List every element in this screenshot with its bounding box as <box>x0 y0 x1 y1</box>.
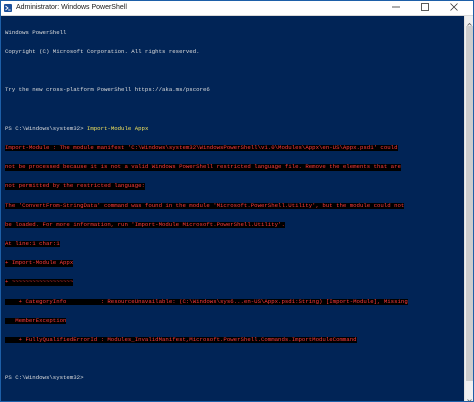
title-bar[interactable]: Administrator: Windows PowerShell <box>1 1 473 16</box>
error-text: The 'ConvertFrom-StringData' command was… <box>5 201 405 210</box>
error-line: + ~~~~~~~~~~~~~~~~~~ <box>5 278 463 286</box>
error-line: not be processed because it is not a val… <box>5 163 463 171</box>
console-output[interactable]: Windows PowerShell Copyright (C) Microso… <box>5 17 463 401</box>
error-text: + ~~~~~~~~~~~~~~~~~~ <box>5 278 74 286</box>
command-text: Import-Module Appx <box>86 124 149 132</box>
minimize-icon <box>392 6 400 8</box>
powershell-window: Administrator: Windows PowerShell Window… <box>0 0 474 402</box>
final-prompt: PS C:\Windows\system32> <box>5 374 84 382</box>
maximize-button[interactable] <box>414 1 436 15</box>
error-text: not permitted by the restricted language… <box>5 182 145 190</box>
prompt-text: PS C:\Windows\system32> <box>5 124 87 132</box>
error-text: At line:1 char:1 <box>5 240 60 248</box>
error-text: Import-Module : The module manifest 'C:\… <box>5 144 398 152</box>
error-text: + FullyQualifiedErrorId : Modules_Invali… <box>5 336 357 344</box>
close-button[interactable] <box>443 1 465 15</box>
header-line: Try the new cross-platform PowerShell ht… <box>5 86 210 94</box>
header-line: Windows PowerShell <box>5 28 67 36</box>
command-line: PS C:\Windows\system32> Import-Module Ap… <box>5 124 463 132</box>
minimize-button[interactable] <box>385 1 407 15</box>
error-line: Import-Module : The module manifest 'C:\… <box>5 144 463 152</box>
error-text: + CategoryInfo : ResourceUnavailable: (C… <box>5 297 408 306</box>
window-title: Administrator: Windows PowerShell <box>16 4 127 11</box>
error-line: + FullyQualifiedErrorId : Modules_Invali… <box>5 336 463 344</box>
error-line: MemberException <box>5 316 463 325</box>
error-line: At line:1 char:1 <box>5 240 463 248</box>
error-text: MemberException <box>5 316 67 325</box>
error-line: + CategoryInfo : ResourceUnavailable: (C… <box>5 297 463 306</box>
scrollbar-thumb[interactable] <box>466 26 473 381</box>
error-line: be loaded. For more information, run 'Im… <box>5 220 463 229</box>
error-text: + Import-Module Appx <box>5 259 74 267</box>
maximize-icon <box>421 3 429 12</box>
error-line: not permitted by the restricted language… <box>5 182 463 190</box>
error-text: not be processed because it is not a val… <box>5 163 401 171</box>
header-line: Copyright (C) Microsoft Corporation. All… <box>5 48 200 56</box>
powershell-icon <box>4 4 12 12</box>
close-icon <box>450 3 458 11</box>
error-text: be loaded. For more information, run 'Im… <box>5 220 285 229</box>
scroll-down-button[interactable] <box>465 392 473 401</box>
scroll-up-button[interactable] <box>465 16 473 26</box>
error-line: The 'ConvertFrom-StringData' command was… <box>5 201 463 210</box>
vertical-scrollbar[interactable] <box>464 16 473 401</box>
chevron-down-icon <box>467 399 472 401</box>
error-line: + Import-Module Appx <box>5 259 463 267</box>
